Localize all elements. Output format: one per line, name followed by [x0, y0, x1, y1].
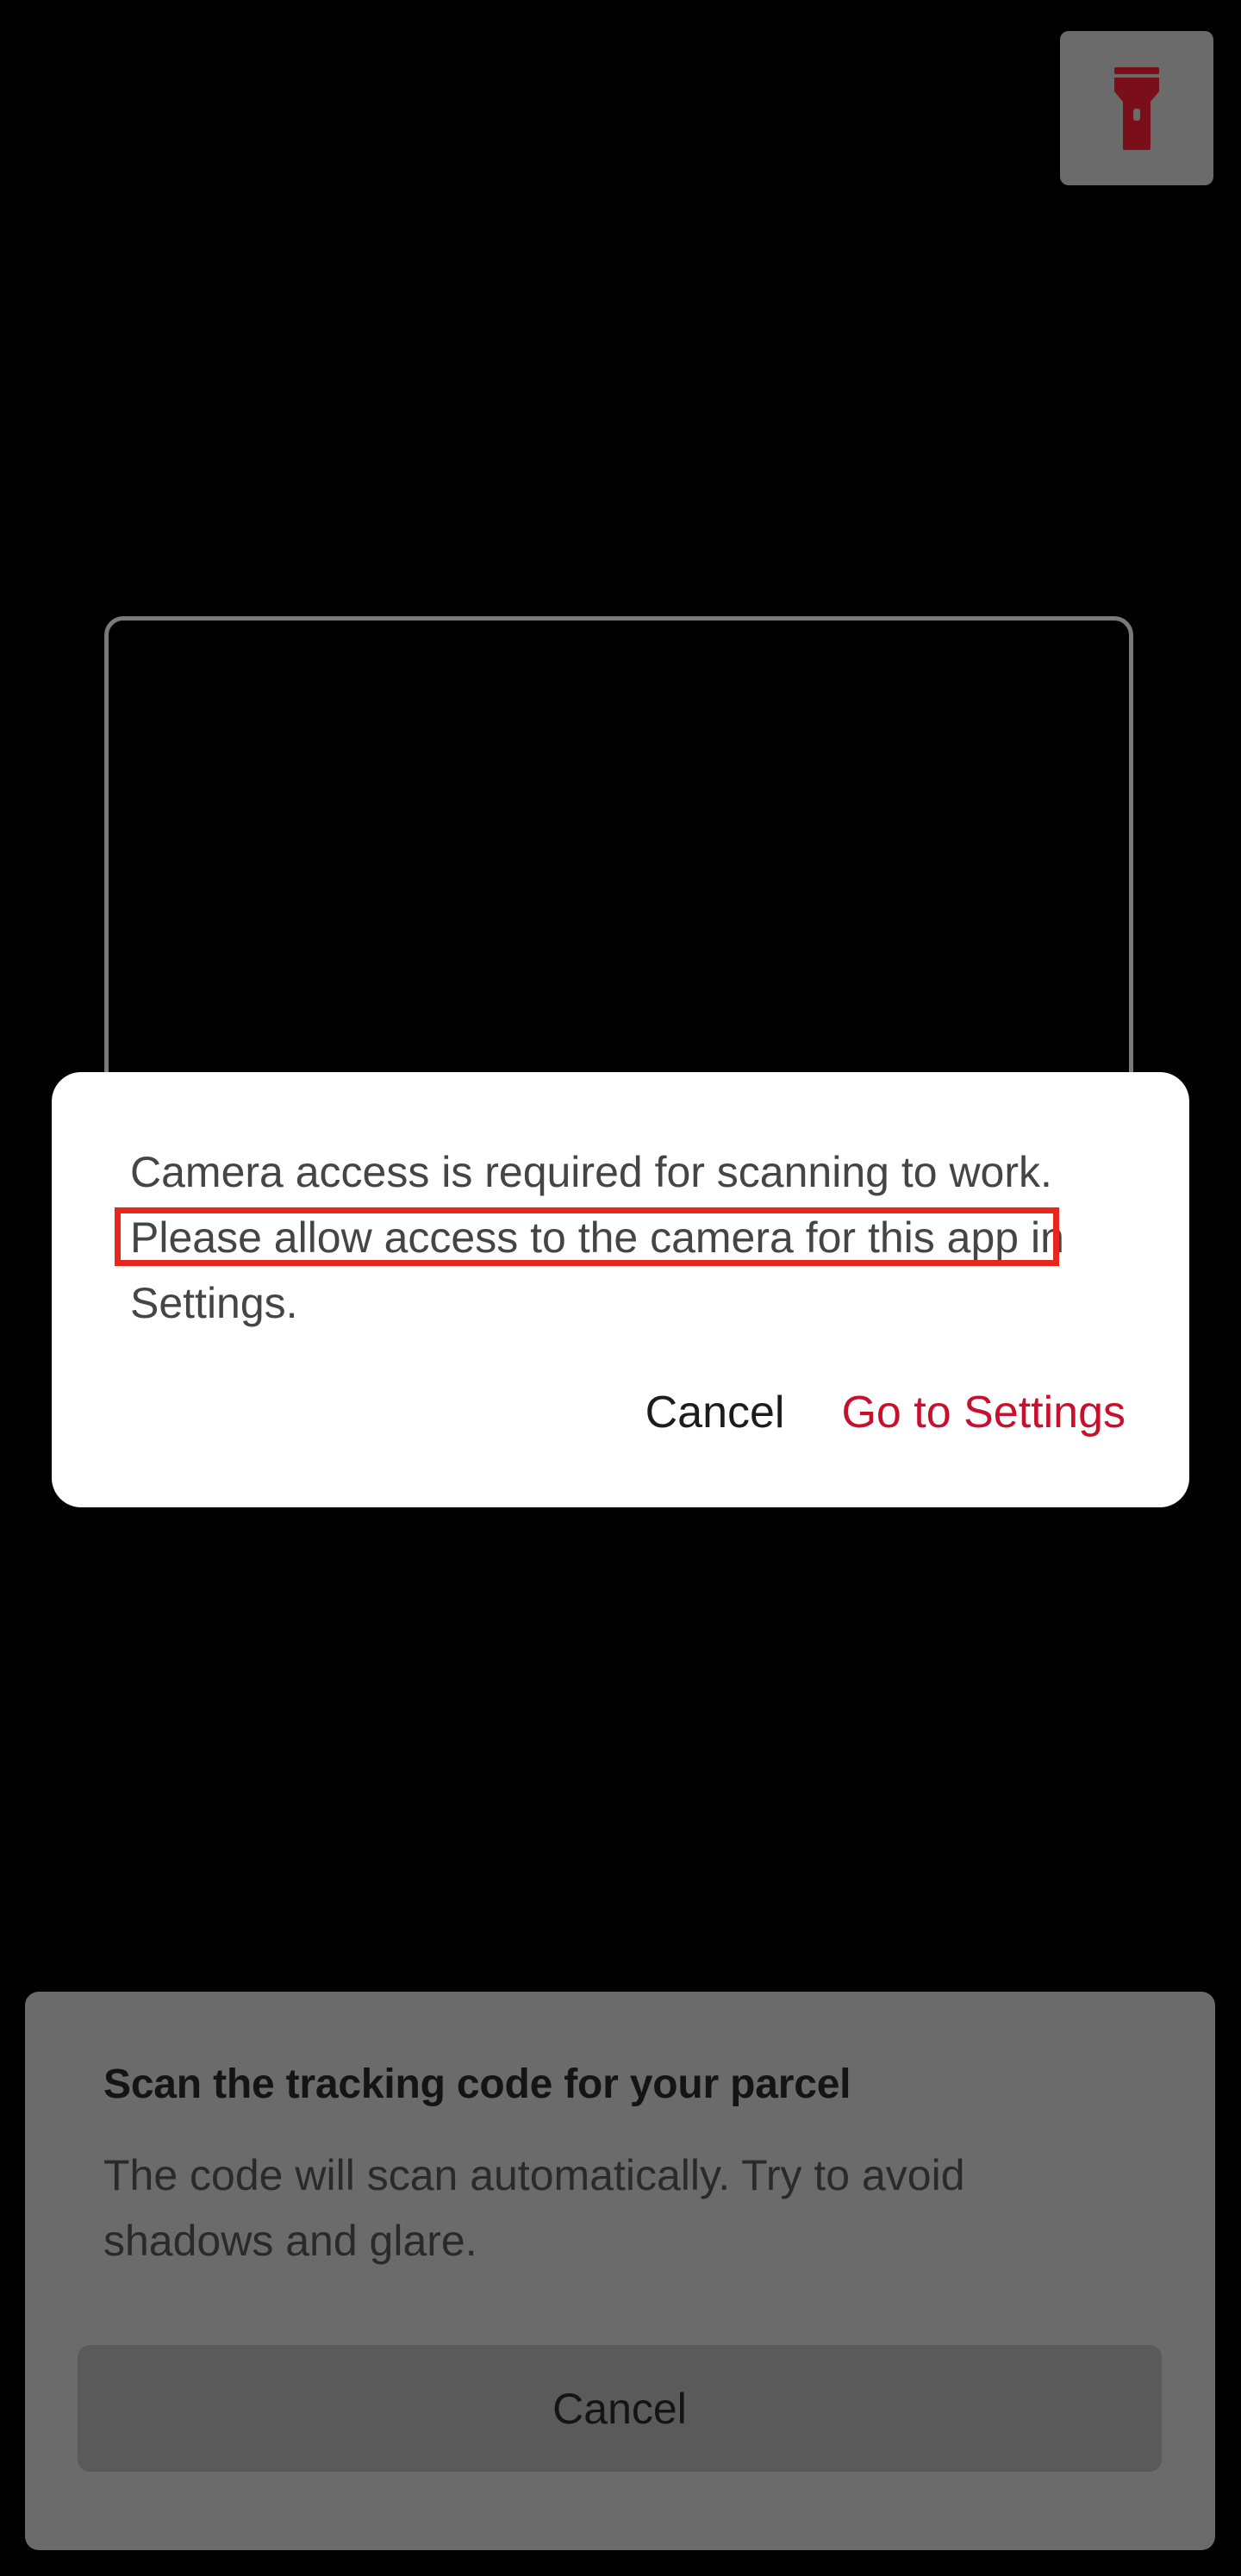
flashlight-button[interactable]	[1060, 31, 1213, 185]
dialog-actions: Cancel Go to Settings	[645, 1387, 1126, 1438]
scan-instructions-sheet: Scan the tracking code for your parcel T…	[25, 1992, 1215, 2550]
camera-permission-dialog: Camera access is required for scanning t…	[52, 1072, 1189, 1507]
scanner-screen: Scan the tracking code for your parcel T…	[0, 0, 1241, 2576]
go-to-settings-button[interactable]: Go to Settings	[841, 1387, 1126, 1438]
dialog-cancel-button[interactable]: Cancel	[645, 1387, 785, 1438]
scan-viewfinder-frame	[104, 616, 1133, 1133]
sheet-title: Scan the tracking code for your parcel	[103, 2061, 851, 2107]
flashlight-icon	[1114, 66, 1159, 150]
dialog-message: Camera access is required for scanning t…	[130, 1148, 1064, 1327]
sheet-cancel-button[interactable]: Cancel	[78, 2345, 1162, 2472]
sheet-description: The code will scan automatically. Try to…	[103, 2151, 965, 2265]
